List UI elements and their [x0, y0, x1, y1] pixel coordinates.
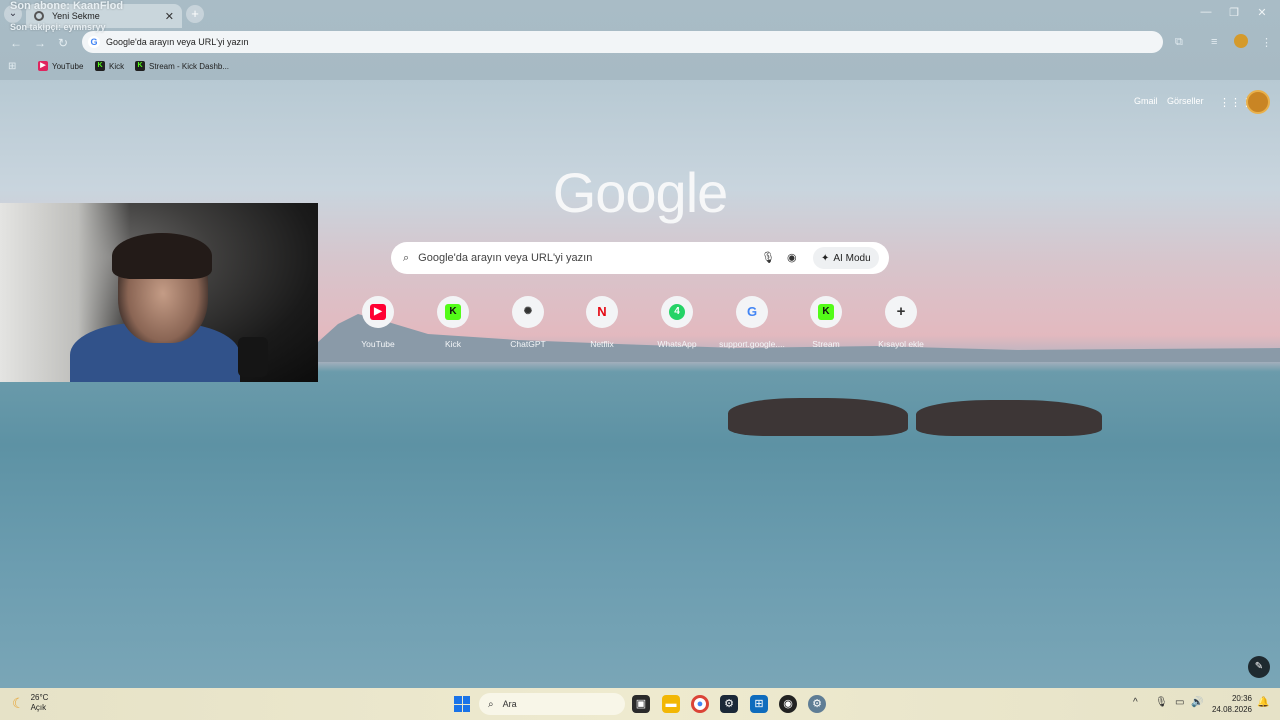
shortcut-kick[interactable]: K Kick: [418, 296, 488, 349]
new-tab-button[interactable]: +: [186, 5, 204, 23]
youtube-icon: ▶: [370, 304, 386, 320]
shortcut-label: Netflix: [590, 339, 614, 349]
chatgpt-icon: ✺: [523, 306, 533, 317]
media-controls-icon[interactable]: ≡: [1211, 36, 1217, 48]
taskbar: ☾ 26°C Açık ⌕ Ara ▣ ▬ ● ⚙ ⊞ ◉ ⚙ ^ 🎙 ▭ 🔊 …: [0, 688, 1280, 720]
bookmark-youtube[interactable]: ▶ YouTube: [38, 61, 83, 71]
reload-icon[interactable]: ↻: [58, 36, 68, 50]
shortcut-netflix[interactable]: N Netflix: [567, 296, 637, 349]
steam-icon[interactable]: ⚙: [720, 695, 738, 713]
file-explorer-icon[interactable]: ▬: [662, 695, 680, 713]
address-bar[interactable]: G: [82, 31, 1163, 53]
shortcut-label: YouTube: [361, 339, 395, 349]
plus-icon: +: [896, 303, 906, 320]
kick-icon: K: [135, 61, 145, 71]
microsoft-store-icon[interactable]: ⊞: [750, 695, 768, 713]
browser-chrome: ⌄ Yeni Sekme ✕ + — ❐ ✕ ← → ↻ G ⧉ ≡ ⋮ ⊞ ▶…: [0, 0, 1280, 80]
rock: [916, 400, 1102, 436]
volume-icon[interactable]: 🔊: [1191, 697, 1203, 708]
microphone-icon[interactable]: 🎙: [761, 251, 775, 264]
search-icon: ⌕: [403, 251, 410, 264]
shortcut-label: WhatsApp: [657, 339, 697, 349]
account-avatar[interactable]: [1246, 90, 1270, 114]
show-hidden-icons-icon[interactable]: ^: [1133, 697, 1138, 708]
obs-icon[interactable]: ◉: [779, 695, 797, 713]
taskbar-search-label: Ara: [502, 699, 517, 709]
shortcut-whatsapp[interactable]: 4 WhatsApp: [642, 296, 712, 349]
profile-avatar[interactable]: [1234, 34, 1248, 48]
moon-icon: ☾: [12, 694, 25, 711]
shortcut-label: ChatGPT: [510, 339, 546, 349]
taskbar-search[interactable]: ⌕ Ara: [479, 693, 625, 715]
minimize-icon[interactable]: —: [1198, 6, 1214, 18]
youtube-icon: ▶: [38, 61, 48, 71]
bookmark-label: Kick: [109, 61, 125, 71]
netflix-icon: N: [597, 304, 607, 319]
stream-overlay-subscriber: Son abone: KaanFlod: [10, 0, 124, 12]
weather-condition: Açık: [30, 703, 47, 712]
clock[interactable]: 20:36 24.08.2026: [1208, 693, 1252, 715]
ai-mode-button[interactable]: ✦ AI Modu: [813, 247, 879, 269]
kick-icon: K: [818, 304, 834, 320]
google-g-icon: G: [88, 36, 100, 48]
shortcut-youtube[interactable]: ▶ YouTube: [343, 296, 413, 349]
shortcut-label: Kick: [444, 339, 462, 349]
tab-title: Yeni Sekme: [52, 11, 100, 21]
webcam-overlay: [0, 203, 318, 382]
google-g-icon: G: [746, 304, 758, 319]
bookmark-label: YouTube: [52, 61, 84, 71]
search-input[interactable]: [418, 252, 739, 264]
whatsapp-icon: 4: [669, 304, 685, 320]
chrome-icon[interactable]: ●: [691, 695, 709, 713]
bookmark-stream[interactable]: K Stream - Kick Dashb...: [135, 61, 229, 71]
google-logo: Google: [552, 161, 729, 224]
kick-icon: K: [445, 304, 461, 320]
shortcut-label: support.google....: [719, 339, 785, 349]
images-link[interactable]: Görseller: [1167, 96, 1204, 106]
gmail-link[interactable]: Gmail: [1134, 96, 1158, 106]
shortcut-label: Stream: [812, 339, 840, 349]
ai-mode-label: AI Modu: [833, 252, 871, 264]
clock-time: 20:36: [1231, 694, 1252, 703]
chrome-favicon-icon: [34, 11, 44, 21]
forward-icon[interactable]: →: [34, 36, 46, 50]
back-icon[interactable]: ←: [10, 36, 22, 50]
restore-icon[interactable]: ❐: [1226, 6, 1242, 19]
rock: [728, 398, 908, 436]
windows-start-icon[interactable]: [454, 696, 470, 712]
webcam-microphone: [238, 337, 268, 377]
task-view-icon[interactable]: ▣: [632, 695, 650, 713]
shortcut-label: Kısayol ekle: [878, 339, 924, 349]
tab-strip: ⌄ Yeni Sekme ✕ + — ❐ ✕: [0, 0, 1280, 28]
window-close-icon[interactable]: ✕: [1254, 6, 1270, 19]
menu-kebab-icon[interactable]: ⋮: [1261, 36, 1272, 49]
google-lens-icon[interactable]: ◉: [787, 251, 797, 264]
search-icon: ⌕: [488, 698, 494, 710]
clock-date: 24.08.2026: [1211, 705, 1252, 714]
shortcut-add[interactable]: + Kısayol ekle: [866, 296, 936, 349]
network-icon[interactable]: ▭: [1175, 697, 1184, 708]
stream-overlay-follower: Son takipçi: eymnsryy: [10, 22, 106, 32]
tab-close-icon[interactable]: ✕: [165, 10, 174, 23]
extensions-icon[interactable]: ⧉: [1175, 36, 1183, 49]
shortcut-support-google[interactable]: G support.google....: [717, 296, 787, 349]
microphone-icon[interactable]: 🎙: [1155, 697, 1168, 708]
notifications-icon[interactable]: 🔔: [1257, 697, 1269, 708]
webcam-person-hair: [112, 233, 212, 279]
shortcut-stream[interactable]: K Stream: [791, 296, 861, 349]
bookmark-kick[interactable]: K Kick: [95, 61, 124, 71]
apps-icon[interactable]: ⊞: [8, 61, 16, 72]
ai-sparkle-icon: ✦: [821, 252, 830, 264]
weather-temperature: 26°C: [30, 693, 49, 702]
settings-icon[interactable]: ⚙: [808, 695, 826, 713]
kick-icon: K: [95, 61, 105, 71]
weather-widget[interactable]: ☾ 26°C Açık: [12, 693, 48, 713]
address-input[interactable]: [106, 37, 706, 47]
shortcut-chatgpt[interactable]: ✺ ChatGPT: [493, 296, 563, 349]
bookmark-label: Stream - Kick Dashb...: [149, 61, 230, 71]
customize-pencil-icon[interactable]: ✎: [1248, 656, 1270, 678]
